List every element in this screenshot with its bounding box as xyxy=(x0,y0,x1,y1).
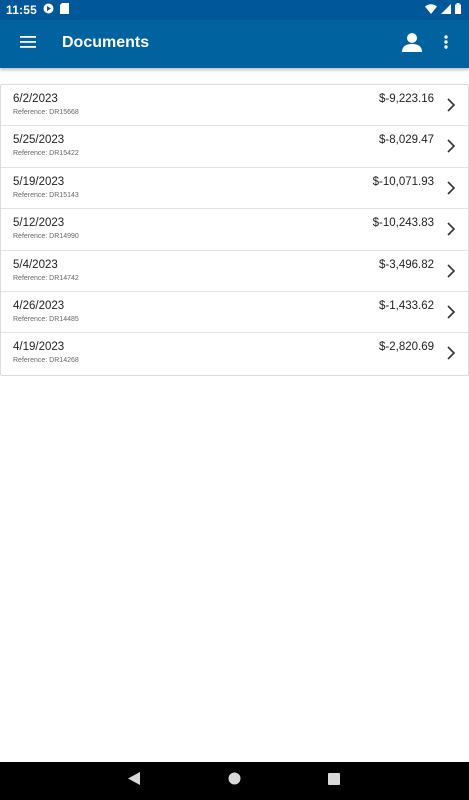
sim-card-icon xyxy=(60,1,70,19)
chevron-right-icon xyxy=(446,98,456,112)
document-reference: Reference: DR14268 xyxy=(13,357,79,365)
document-row[interactable]: 4/19/2023 Reference: DR14268 $-2,820.69 xyxy=(1,333,468,374)
chevron-right-icon xyxy=(446,139,456,153)
document-amount: $-9,223.16 xyxy=(379,93,434,105)
document-reference: Reference: DR15143 xyxy=(13,191,79,199)
back-button[interactable] xyxy=(126,772,142,790)
document-date: 5/12/2023 xyxy=(13,217,65,230)
document-row[interactable]: 5/25/2023 Reference: DR15422 $-8,029.47 xyxy=(1,126,468,168)
navigation-bar xyxy=(0,762,469,800)
chevron-right-icon xyxy=(446,305,456,319)
signal-icon xyxy=(441,1,451,19)
document-date: 6/2/2023 xyxy=(13,93,58,105)
back-icon xyxy=(128,772,140,790)
document-reference: Reference: DR14990 xyxy=(13,233,79,241)
battery-icon xyxy=(455,1,461,19)
document-amount: $-10,071.93 xyxy=(372,175,434,188)
account-button[interactable] xyxy=(398,32,426,56)
document-amount: $-1,433.62 xyxy=(379,299,434,312)
document-date: 5/25/2023 xyxy=(13,134,65,147)
recents-button[interactable] xyxy=(326,773,342,789)
status-left: 11:55 xyxy=(6,1,70,19)
chevron-right-icon xyxy=(446,263,456,278)
app-notification-icon xyxy=(43,1,54,19)
app-bar: Documents xyxy=(0,20,469,68)
document-row[interactable]: 6/2/2023 Reference: DR15668 $-9,223.16 xyxy=(1,85,468,127)
document-reference: Reference: DR15668 xyxy=(13,109,79,116)
document-date: 5/19/2023 xyxy=(13,175,65,188)
document-row[interactable]: 5/19/2023 Reference: DR15143 $-10,071.93 xyxy=(1,168,468,210)
status-right xyxy=(425,1,461,19)
menu-button[interactable] xyxy=(14,32,42,56)
document-date: 4/19/2023 xyxy=(13,341,65,354)
document-amount: $-10,243.83 xyxy=(372,217,434,230)
chevron-right-icon xyxy=(446,346,456,360)
document-amount: $-2,820.69 xyxy=(379,341,434,354)
home-button[interactable] xyxy=(226,772,242,790)
document-row[interactable]: 5/12/2023 Reference: DR14990 $-10,243.83 xyxy=(1,209,468,251)
documents-list: 6/2/2023 Reference: DR15668 $-9,223.16 5… xyxy=(0,84,469,376)
chevron-right-icon xyxy=(446,222,456,236)
document-reference: Reference: DR15422 xyxy=(13,150,79,158)
status-time: 11:55 xyxy=(6,3,38,17)
wifi-icon xyxy=(425,1,437,19)
document-amount: $-3,496.82 xyxy=(379,258,434,271)
document-date: 5/4/2023 xyxy=(13,258,58,271)
document-row[interactable]: 5/4/2023 Reference: DR14742 $-3,496.82 xyxy=(1,251,468,292)
more-options-button[interactable] xyxy=(436,32,456,56)
recents-icon xyxy=(328,772,340,790)
more-vert-icon xyxy=(444,34,448,54)
document-reference: Reference: DR14742 xyxy=(13,274,79,282)
account-icon xyxy=(402,32,422,57)
document-reference: Reference: DR14485 xyxy=(13,315,79,323)
status-bar: 11:55 xyxy=(0,0,469,20)
menu-icon xyxy=(20,35,36,53)
home-icon xyxy=(228,772,241,790)
document-amount: $-8,029.47 xyxy=(379,134,434,147)
chevron-right-icon xyxy=(446,181,456,195)
document-date: 4/26/2023 xyxy=(13,299,65,312)
document-row[interactable]: 4/26/2023 Reference: DR14485 $-1,433.62 xyxy=(1,292,468,334)
page-title: Documents xyxy=(62,34,150,51)
